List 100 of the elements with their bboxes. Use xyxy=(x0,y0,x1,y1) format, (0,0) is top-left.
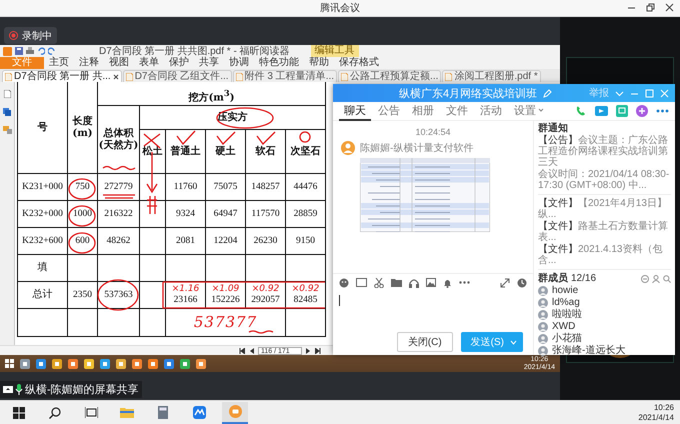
text-cursor xyxy=(339,295,340,306)
emoji-icon[interactable] xyxy=(339,278,349,288)
close-icon[interactable] xyxy=(665,3,674,12)
document-tab[interactable]: D7合同段 第一册 共... xyxy=(2,70,122,82)
member-item[interactable]: howie xyxy=(538,285,671,296)
ribbon-tab[interactable]: 协调 xyxy=(224,57,254,69)
member-item[interactable]: ld%ag xyxy=(538,297,671,308)
table-cell: 2081 xyxy=(166,228,206,255)
avatar-icon xyxy=(538,286,548,296)
member-item[interactable]: 张海峰-道远长大 xyxy=(538,345,671,356)
member-item[interactable]: 小花猫 xyxy=(538,333,671,344)
table-cell: 11760 xyxy=(166,174,206,201)
pencil-icon[interactable] xyxy=(543,88,552,98)
message-time: 10:24:54 xyxy=(415,127,451,137)
ribbon-tab[interactable]: 保护 xyxy=(164,57,194,69)
chat-tab[interactable]: 相册 xyxy=(407,102,439,120)
cell-value: 23166 xyxy=(174,294,198,306)
file-link[interactable]: 【文件】路基土石方数量计算表... xyxy=(538,221,671,243)
empty-cell xyxy=(68,255,98,282)
ribbon-tab[interactable]: 特色功能 xyxy=(254,57,304,69)
ribbon-tab[interactable]: 视图 xyxy=(104,57,134,69)
ribbon-tab[interactable]: 主页 xyxy=(44,57,74,69)
add-circle-icon[interactable] xyxy=(641,274,649,282)
scissors-icon[interactable] xyxy=(374,278,384,288)
pdf-file-icon xyxy=(236,72,243,80)
chat-tab[interactable]: 活动 xyxy=(475,102,507,120)
table-cell: 272779 xyxy=(98,174,140,201)
members-count: 12/16 xyxy=(571,273,596,284)
person-icon[interactable] xyxy=(652,274,660,282)
cell-value: 82485 xyxy=(294,294,318,306)
ribbon-tab[interactable]: 共享 xyxy=(194,57,224,69)
last-page-icon[interactable] xyxy=(315,348,321,354)
recording-label: 录制中 xyxy=(22,30,52,42)
ribbon-tab[interactable]: 注释 xyxy=(74,57,104,69)
file-link[interactable]: 【文件】【2021年4月13日】纵... xyxy=(538,198,671,220)
more-icon[interactable] xyxy=(459,281,470,284)
avatar-icon xyxy=(538,346,548,356)
member-item[interactable]: 啦啦啦 xyxy=(538,309,671,320)
document-tab[interactable]: 涂阅工程图册.pdf * xyxy=(442,70,541,82)
table-cell: 600 xyxy=(68,228,98,255)
file-link[interactable]: 【文件】2021.4.13资料（包含... xyxy=(538,244,671,266)
table-cell: 9324 xyxy=(166,201,206,228)
context-tab[interactable]: 编辑工具 xyxy=(310,45,359,57)
column-header: 号 xyxy=(18,82,68,174)
chat-tab[interactable]: 公告 xyxy=(373,102,405,120)
folder-icon[interactable] xyxy=(391,278,402,287)
column-header: 长度 (m) xyxy=(68,82,98,174)
undo-icon[interactable] xyxy=(37,47,45,55)
close-icon[interactable] xyxy=(112,74,119,80)
pdf-file-icon xyxy=(5,72,12,80)
caret-icon xyxy=(538,107,544,113)
next-page-icon[interactable] xyxy=(306,348,311,354)
table-cell: K231+000 xyxy=(18,174,68,201)
member-item[interactable]: XWD xyxy=(538,321,671,332)
table-cell: 537363 xyxy=(98,282,140,309)
column-header: 次坚石 xyxy=(286,130,326,174)
chat-tab[interactable]: 设置 xyxy=(509,102,549,120)
more-icon[interactable] xyxy=(656,109,669,113)
clock-icon[interactable] xyxy=(517,278,527,288)
video-call-icon[interactable] xyxy=(595,105,608,117)
table-cell: 117570 xyxy=(246,201,286,228)
bell-icon[interactable] xyxy=(443,278,452,288)
table-cell: 26230 xyxy=(246,228,286,255)
avatar-icon xyxy=(538,310,548,320)
notice-text: 【公告】会议主题：广东公路工程造价网络课程实战培训第三天 xyxy=(538,135,669,168)
chat-tab[interactable]: 文件 xyxy=(441,102,473,120)
ribbon-tab[interactable]: 帮助 xyxy=(304,57,334,69)
table-cell: 216322 xyxy=(98,201,140,228)
table-cell: 总计 xyxy=(18,282,68,309)
plus-icon[interactable] xyxy=(636,105,648,117)
layers-icon[interactable] xyxy=(3,108,11,116)
print-icon[interactable] xyxy=(26,47,34,55)
document-tab[interactable]: 附件 3 工程量清单... xyxy=(232,70,338,82)
ribbon-tab[interactable]: 表单 xyxy=(134,57,164,69)
record-icon xyxy=(9,31,18,40)
image-icon[interactable] xyxy=(426,278,436,287)
share-label-text: 纵横-陈媚媚的屏幕共享 xyxy=(25,382,139,397)
redo-icon[interactable] xyxy=(48,47,56,55)
table-cell: 28859 xyxy=(286,201,326,228)
empty-cell xyxy=(98,255,140,282)
column-header: 普通土 xyxy=(166,130,206,174)
chat-tab[interactable]: 聊天 xyxy=(339,102,371,120)
first-page-icon[interactable] xyxy=(239,348,245,354)
document-tab[interactable]: 公路工程预算定额... xyxy=(338,70,442,82)
table-cell: 2350 xyxy=(68,282,98,309)
handwritten-note: ×0.92 xyxy=(252,284,280,295)
table-cell: 750 xyxy=(68,174,98,201)
previous-page-icon[interactable] xyxy=(249,348,254,354)
handwritten-note: ×0.92 xyxy=(292,284,320,295)
restore-icon[interactable] xyxy=(646,3,655,12)
expand-icon[interactable] xyxy=(500,278,510,288)
save-icon[interactable] xyxy=(15,47,23,55)
page-icon[interactable] xyxy=(4,90,10,98)
windows-start-icon[interactable] xyxy=(5,359,14,368)
close-button[interactable]: 关闭(C) xyxy=(396,332,453,352)
cell-value: 292057 xyxy=(251,294,280,306)
headphones-icon[interactable] xyxy=(409,278,419,288)
document-tab[interactable]: D7合同段 乙组文件... xyxy=(122,70,232,82)
ribbon-tab[interactable]: 保存格式 xyxy=(334,57,384,69)
app-icon[interactable] xyxy=(222,402,248,424)
